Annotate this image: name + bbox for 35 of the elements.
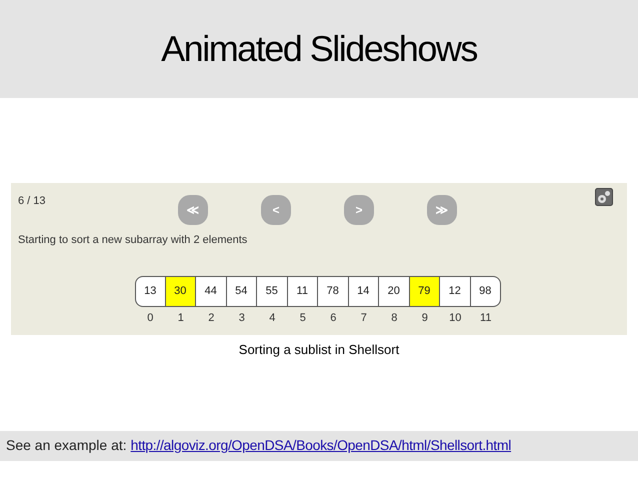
array-cell: 54	[226, 276, 257, 307]
array-cell: 12	[440, 276, 470, 307]
array-cell: 11	[288, 276, 318, 307]
figure-caption: Sorting a sublist in Shellsort	[238, 341, 400, 359]
step-message: Starting to sort a new subarray with 2 elements	[18, 233, 248, 248]
example-link[interactable]: http://algoviz.org/OpenDSA/Books/OpenDSA/html/Shellsort.html	[130, 435, 512, 456]
array-cell: 98	[470, 276, 501, 307]
array-index: 7	[360, 311, 367, 326]
slide-title: Animated Slideshows	[161, 27, 477, 71]
slide-counter: 6 / 13	[18, 194, 46, 209]
array-index: 11	[480, 311, 492, 326]
array-cell: 14	[348, 276, 379, 307]
nav-button[interactable]: >	[344, 195, 374, 225]
array-cell: 20	[379, 276, 410, 307]
array-cell: 78	[318, 276, 348, 307]
array-index: 9	[422, 311, 428, 326]
nav-button[interactable]: ≫	[427, 195, 457, 225]
array-index: 10	[449, 311, 462, 326]
array-index: 5	[300, 311, 306, 326]
array-index: 1	[178, 311, 184, 326]
array-index: 0	[147, 311, 154, 326]
array-index: 4	[269, 311, 276, 326]
nav-button[interactable]: ≪	[178, 195, 208, 225]
array-index: 6	[330, 311, 336, 326]
array-cell: 79	[410, 276, 440, 307]
array-cell: 13	[135, 276, 166, 307]
array-cell: 30	[166, 276, 196, 307]
array-index: 3	[238, 311, 245, 326]
nav-button[interactable]: <	[261, 195, 291, 225]
array-index: 2	[208, 311, 214, 326]
settings-icon[interactable]	[595, 188, 613, 206]
array-index: 8	[391, 311, 398, 326]
array-cell: 55	[257, 276, 288, 307]
footer-text: See an example at:	[6, 436, 127, 455]
array-cell: 44	[196, 276, 226, 307]
